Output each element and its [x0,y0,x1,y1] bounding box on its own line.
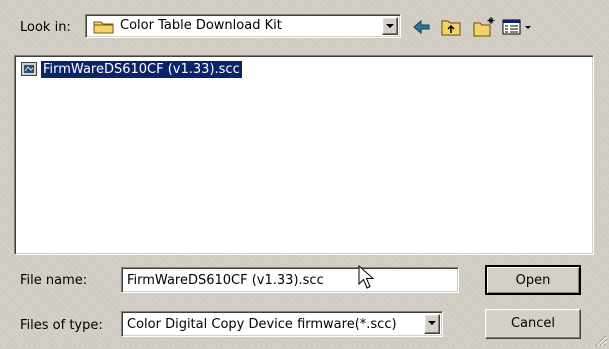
look-in-label: Look in: [20,20,71,35]
back-button[interactable] [410,16,434,38]
chevron-down-icon [386,24,394,28]
file-name-field[interactable]: FirmWareDS610CF (v1.33).scc [121,267,459,293]
look-in-dropdown-button[interactable] [382,17,398,35]
files-of-type-value: Color Digital Copy Device firmware(*.scc… [127,317,397,332]
files-of-type-combo[interactable]: Color Digital Copy Device firmware(*.scc… [121,311,443,337]
files-of-type-label: Files of type: [20,318,103,333]
file-list[interactable]: FirmWareDS610CF (v1.33).scc [14,55,594,255]
view-menu-icon [502,19,531,35]
folder-icon [93,21,114,34]
chevron-down-icon [428,321,436,325]
up-folder-icon [441,20,461,36]
up-folder-button[interactable] [439,16,463,38]
mouse-pointer-icon [358,265,375,289]
resize-grip-icon[interactable] [595,335,607,347]
new-folder-button[interactable] [472,16,496,38]
file-name-label-text: File name: [20,273,88,288]
file-name-value: FirmWareDS610CF (v1.33).scc [127,273,324,288]
files-of-type-dropdown-button[interactable] [424,314,440,334]
open-file-dialog: Look in: Color Table Download Kit FirmWa… [0,0,609,349]
look-in-value: Color Table Download Kit [120,18,282,33]
look-in-combo[interactable]: Color Table Download Kit [85,14,401,38]
new-folder-icon [473,17,495,37]
open-button[interactable]: Open [485,265,581,295]
back-arrow-icon [413,19,430,35]
view-menu-button[interactable] [500,16,534,38]
file-name-label: FirmWareDS610CF (v1.33).scc [41,61,242,78]
cancel-button[interactable]: Cancel [485,309,581,339]
file-icon [21,62,37,76]
